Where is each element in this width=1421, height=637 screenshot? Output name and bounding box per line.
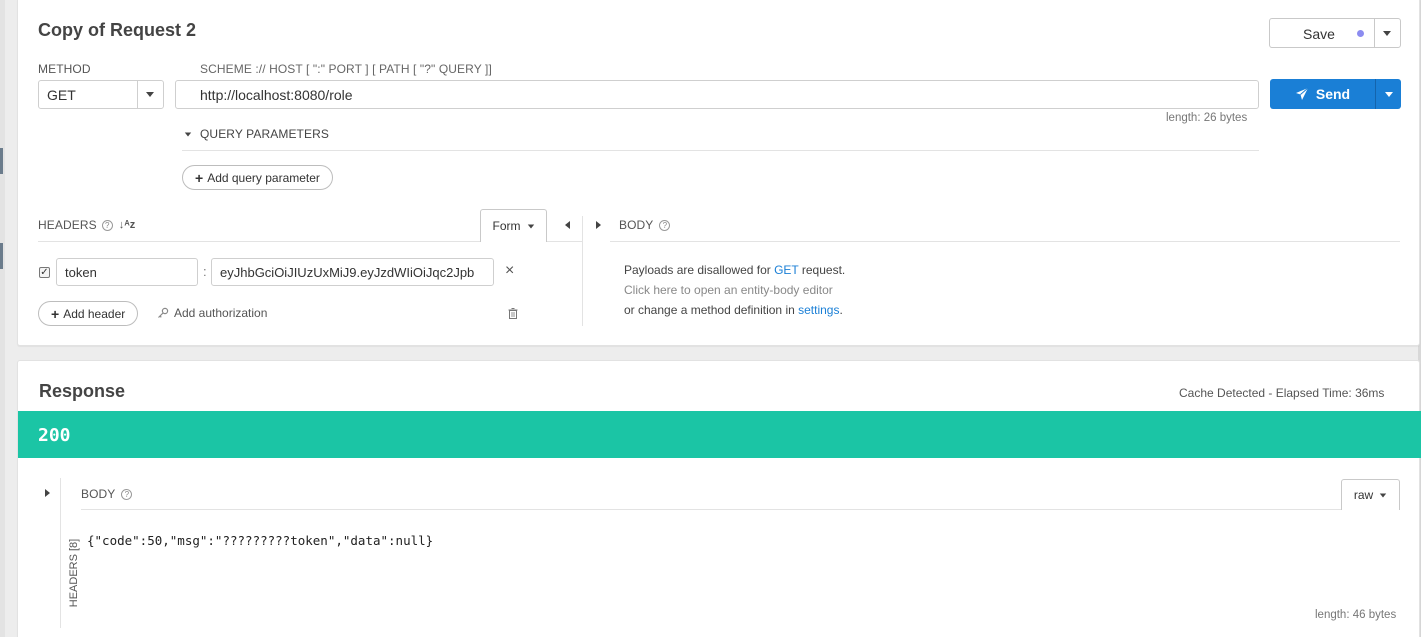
sort-az-icon[interactable]: ↓ᴬz (119, 219, 136, 231)
add-query-param-label: Add query parameter (207, 170, 320, 185)
add-header-label: Add header (63, 306, 126, 321)
add-authorization-link[interactable]: Add authorization (157, 306, 267, 320)
body-msg-text: or change a method definition in (624, 303, 799, 317)
plus-icon: + (195, 169, 204, 186)
send-dropdown[interactable] (1375, 79, 1401, 109)
response-splitter (60, 478, 61, 628)
add-header-button[interactable]: + Add header (38, 301, 139, 326)
settings-link[interactable]: settings (798, 303, 839, 317)
edge-marker (0, 243, 3, 269)
headers-divider (38, 241, 480, 242)
response-title: Response (39, 381, 126, 401)
format-dropdown-icon (1379, 493, 1387, 497)
headers-divider-right (547, 241, 582, 242)
body-label: BODY (619, 218, 654, 232)
remove-header-icon[interactable]: × (505, 262, 514, 280)
headers-section-title: HEADERS ? ↓ᴬz (38, 218, 135, 232)
unsaved-dot-icon (1357, 30, 1364, 37)
add-authorization-label: Add authorization (174, 306, 268, 320)
send-button-group[interactable]: Send (1270, 79, 1401, 109)
request-body-title: BODY ? (619, 218, 671, 232)
header-enabled-checkbox[interactable]: ✓ (39, 267, 50, 278)
url-value: http://localhost:8080/role (200, 86, 353, 103)
save-button[interactable]: Save (1303, 26, 1335, 42)
trash-icon[interactable] (508, 308, 518, 319)
form-dropdown-icon (527, 224, 534, 228)
response-format-select[interactable]: raw (1341, 479, 1400, 510)
status-code: 200 (38, 425, 71, 446)
help-icon[interactable]: ? (121, 488, 133, 500)
headers-label: HEADERS (38, 218, 97, 232)
collapse-caret-icon (184, 132, 192, 136)
save-split-divider (1374, 19, 1375, 47)
save-button-group[interactable]: Save (1269, 18, 1401, 48)
expand-right-icon[interactable] (596, 221, 601, 229)
body-msg-method: GET (774, 263, 799, 277)
body-disallowed-message: Payloads are disallowed for GET request.… (624, 260, 845, 320)
method-label: METHOD (38, 62, 91, 76)
header-colon: : (203, 264, 207, 279)
add-query-param-button[interactable]: + Add query parameter (182, 165, 333, 190)
request-title[interactable]: Copy of Request 2 (38, 20, 196, 41)
headers-form-toggle[interactable]: Form (480, 209, 547, 242)
header-value-text: eyJhbGciOiJIUzUxMiJ9.eyJzdWIiOiJqc2Jpb (220, 264, 475, 280)
url-length: length: 26 bytes (1166, 112, 1248, 124)
plus-icon: + (51, 305, 60, 322)
header-name-value: token (65, 264, 97, 280)
paper-plane-icon (1295, 87, 1309, 100)
send-label: Send (1315, 86, 1351, 102)
body-msg-line3: or change a method definition in setting… (624, 300, 845, 320)
response-panel: Response Cache Detected - Elapsed Time: … (17, 360, 1421, 637)
method-dropdown-icon[interactable] (146, 92, 154, 97)
status-bar: 200 (18, 411, 1421, 458)
form-label: Form (492, 219, 521, 233)
query-params-divider (182, 150, 1259, 151)
method-select-divider (137, 81, 138, 108)
response-body-divider (81, 509, 1341, 510)
send-button[interactable]: Send (1270, 79, 1375, 109)
header-value-input[interactable]: eyJhbGciOiJIUzUxMiJ9.eyJzdWIiOiJqc2Jpb (211, 258, 494, 286)
header-name-input[interactable]: token (56, 258, 198, 286)
body-divider (610, 241, 1400, 242)
edge-marker (0, 148, 3, 174)
response-body-label: BODY (81, 487, 116, 501)
body-msg-text: . (839, 303, 843, 317)
query-params-label: QUERY PARAMETERS (200, 127, 329, 141)
help-icon[interactable]: ? (101, 219, 113, 231)
body-msg-text: request. (798, 263, 846, 277)
open-entity-editor-link[interactable]: Click here to open an entity-body editor (624, 280, 845, 300)
body-msg-line1: Payloads are disallowed for GET request. (624, 260, 845, 280)
collapse-left-icon[interactable] (565, 221, 570, 229)
url-input[interactable]: http://localhost:8080/role (175, 80, 1259, 109)
help-icon[interactable]: ? (659, 219, 671, 231)
key-icon (158, 307, 169, 318)
save-dropdown-icon[interactable] (1383, 31, 1391, 36)
response-length: length: 46 bytes (1315, 609, 1397, 621)
body-msg-text: Payloads are disallowed for (624, 263, 775, 277)
panel-splitter[interactable] (582, 216, 583, 326)
elapsed-time: Cache Detected - Elapsed Time: 36ms (1179, 386, 1385, 400)
left-panel-edge (0, 0, 5, 637)
send-dropdown-icon (1384, 91, 1393, 97)
expand-headers-icon[interactable] (45, 489, 50, 497)
scheme-label: SCHEME :// HOST [ ":" PORT ] [ PATH [ "?… (200, 62, 492, 76)
response-body-content[interactable]: {"code":50,"msg":"?????????token","data"… (87, 533, 433, 548)
method-value: GET (47, 86, 76, 103)
method-select[interactable]: GET (38, 80, 164, 109)
query-params-toggle[interactable]: QUERY PARAMETERS (184, 127, 329, 141)
response-body-title: BODY ? (81, 487, 133, 501)
format-label: raw (1353, 488, 1374, 502)
request-panel: Copy of Request 2 Save METHOD SCHEME ://… (17, 0, 1420, 346)
response-headers-tab[interactable]: HEADERS [8] (68, 533, 80, 613)
